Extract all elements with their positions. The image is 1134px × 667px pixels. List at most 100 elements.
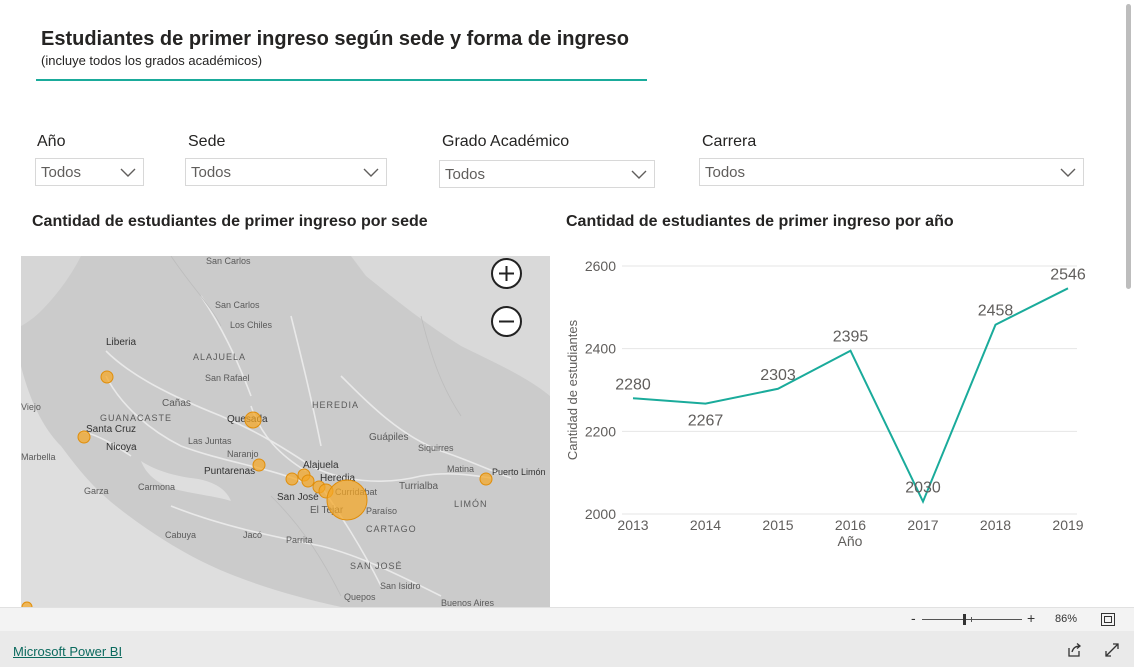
map-label: Cabuya [165,530,197,540]
year-dropdown-value: Todos [41,164,82,181]
plus-icon [499,266,514,281]
x-tick-label: 2019 [1052,517,1083,533]
city-label: San José [277,492,319,503]
map-label: Viejo [21,402,41,412]
power-bi-link[interactable]: Microsoft Power BI [13,644,122,659]
x-tick-label: 2015 [762,517,793,533]
map-label: Naranjo [227,449,259,459]
report-page: Estudiantes de primer ingreso según sede… [0,0,1134,667]
map-visual-title: Cantidad de estudiantes de primer ingres… [32,213,428,230]
map-zoom-out-button[interactable] [491,306,522,337]
chevron-down-icon [120,168,136,177]
zoom-slider-tick [971,617,972,622]
share-icon[interactable] [1066,642,1082,658]
line-visual-title: Cantidad de estudiantes de primer ingres… [566,213,954,230]
map-label: San Carlos [206,256,251,266]
zoom-slider-track[interactable] [922,619,1022,620]
fit-to-page-icon[interactable] [1101,613,1115,626]
degree-dropdown-value: Todos [445,166,486,183]
footer-bar: Microsoft Power BI [0,631,1134,667]
map-label: Quepos [344,592,376,602]
map-label: San Isidro [380,581,421,591]
zoom-in-button[interactable]: + [1027,610,1035,626]
map-label: ALAJUELA [193,352,247,362]
y-tick-label: 2200 [585,423,616,439]
map-label: CARTAGO [366,524,417,534]
y-tick-label: 2600 [585,258,616,274]
map-label: Carmona [138,482,176,492]
city-label: Puntarenas [204,466,256,477]
data-label: 2395 [833,329,869,346]
slicer-label-career: Carrera [702,133,757,150]
report-subtitle: (incluye todos los grados académicos) [41,53,263,68]
map-label: Buenos Aires [441,598,495,607]
map-label: Siquirres [418,443,454,453]
line-chart[interactable]: 2000 2200 2400 2600 2013 2014 2015 2016 2017 201… [560,250,1100,570]
year-dropdown[interactable]: Todos [35,158,144,186]
campus-dropdown[interactable]: Todos [185,158,387,186]
map-label: LIMÓN [454,499,488,509]
career-dropdown-value: Todos [705,164,746,181]
city-label: Heredia [320,473,356,484]
scrollbar-thumb[interactable] [1126,4,1131,289]
map-label: Garza [84,486,109,496]
map-label: Matina [447,464,475,474]
minus-icon [499,320,514,323]
series-line [632,287,1069,505]
chevron-down-icon [631,170,647,179]
data-label: 2280 [615,376,651,393]
map-label: GUANACASTE [100,413,173,423]
data-label: 2458 [978,303,1014,320]
zoom-level: 86% [1055,613,1078,625]
chevron-down-icon [1060,168,1076,177]
zoom-slider-thumb[interactable] [963,614,966,625]
x-tick-label: 2013 [617,517,648,533]
line-chart-svg: 2000 2200 2400 2600 2013 2014 2015 2016 2017 201… [565,258,1086,549]
city-label: Liberia [106,337,137,348]
data-label: 2030 [905,480,941,497]
map-label: Las Juntas [188,436,232,446]
report-title: Estudiantes de primer ingreso según sede… [41,28,629,50]
slicer-label-year: Año [37,133,66,150]
campus-map[interactable]: San Carlos San Carlos Los Chiles ALAJUEL… [21,256,550,607]
map-label: Cañas [162,398,191,409]
map-label: Curridabat [335,487,378,497]
city-label: Santa Cruz [86,424,137,435]
map-label: SAN JOSÉ [350,561,403,571]
y-tick-label: 2400 [585,341,616,357]
campus-dropdown-value: Todos [191,164,232,181]
map-label: Paraíso [366,506,398,516]
data-label: 2303 [760,367,796,384]
data-label: 2546 [1050,266,1086,283]
chevron-down-icon [363,168,379,177]
x-tick-label: 2018 [980,517,1011,533]
map-label: Marbella [21,452,56,462]
title-divider [36,79,647,81]
map-label: Guápiles [369,432,409,443]
y-tick-label: 2000 [585,506,616,522]
x-axis-label: Año [838,533,863,549]
city-label: Alajuela [303,460,339,471]
map-label: Parrita [286,535,313,545]
fullscreen-icon[interactable] [1104,642,1120,658]
city-label: Puerto Limón [492,467,546,477]
map-label: El Tejar [310,505,344,516]
map-label: San Carlos [215,300,260,310]
map-label: Los Chiles [230,320,273,330]
map-label: San Rafael [205,373,250,383]
vertical-scrollbar[interactable] [1122,0,1134,607]
y-axis-label: Cantidad de estudiantes [565,319,580,460]
zoom-out-button[interactable]: - [911,610,916,626]
map-zoom-in-button[interactable] [491,258,522,289]
slicer-label-campus: Sede [188,133,226,150]
degree-dropdown[interactable]: Todos [439,160,655,188]
x-tick-label: 2014 [690,517,721,533]
map-label: HEREDIA [312,400,360,410]
map-label: Jacó [243,530,263,540]
zoom-bar: - + 86% [0,607,1134,631]
city-label: Quesada [227,414,268,425]
x-tick-label: 2016 [835,517,866,533]
city-label: Nicoya [106,442,137,453]
x-tick-label: 2017 [907,517,938,533]
career-dropdown[interactable]: Todos [699,158,1084,186]
